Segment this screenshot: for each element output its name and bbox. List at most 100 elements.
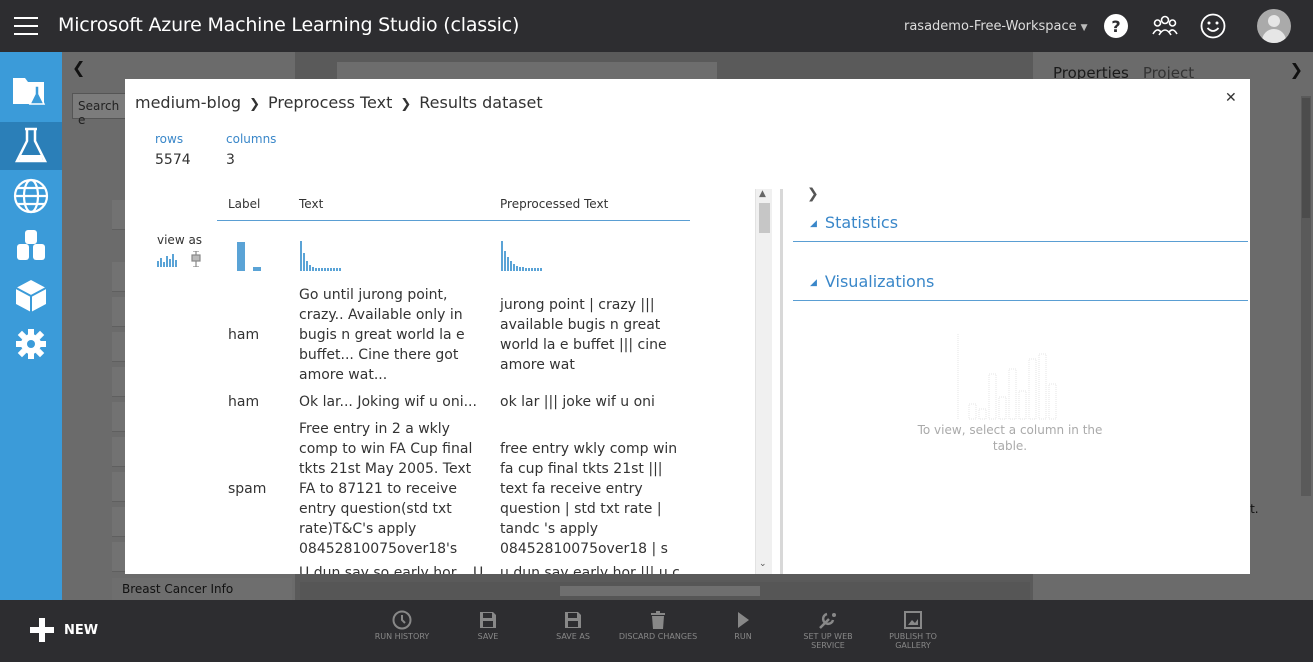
help-icon[interactable]: ? [1103,13,1129,39]
clock-icon [392,610,412,630]
visualizations-section-header[interactable]: ◢ Visualizations [810,272,934,291]
projects-folder-icon [13,78,46,105]
run-label: RUN [734,632,752,641]
palette-search-input[interactable]: Search e [72,93,132,127]
hamburger-menu-icon[interactable] [14,17,38,35]
workspace-name: rasademo-Free-Workspace [904,19,1077,34]
visualizations-divider [793,300,1248,301]
breadcrumb: medium-blog ❯ Preprocess Text ❯ Results data… [135,93,543,112]
save-as-button[interactable]: SAVE AS [553,610,593,641]
text-column-histogram[interactable] [300,239,344,273]
header-divider [217,220,690,221]
scroll-up-icon[interactable]: ▲ [759,189,766,199]
save-as-disk-icon [565,612,581,628]
collapse-triangle-icon: ◢ [810,219,817,229]
discard-changes-button[interactable]: DISCARD CHANGES [614,610,702,641]
table-cell-text[interactable]: Ok lar... Joking wif u oni... [299,392,484,412]
table-vertical-scrollbar[interactable]: ▲ ⌄ [755,189,772,574]
set-up-web-service-label: SET UP WEB SERVICE [803,632,853,650]
expand-chevron-icon[interactable]: ❯ [807,186,819,202]
nav-datasets[interactable] [0,222,62,270]
rows-value: 5574 [155,152,191,168]
visualizations-title: Visualizations [824,272,935,291]
web-services-globe-icon [13,178,49,214]
new-button[interactable]: NEW [30,618,98,642]
collapse-triangle-icon: ◢ [810,278,817,288]
column-header-label[interactable]: Label [228,197,260,211]
community-icon[interactable] [1152,13,1178,39]
label-column-histogram[interactable] [236,239,266,273]
view-as-label: view as [157,233,203,247]
publish-to-gallery-button[interactable]: PUBLISH TO GALLERY [883,610,943,650]
table-cell-preprocessed[interactable]: jurong point | crazy ||| available bugis… [500,295,685,375]
preprocessed-text-column-histogram[interactable] [501,239,545,273]
statistics-title: Statistics [824,213,899,232]
run-history-button[interactable]: RUN HISTORY [372,610,432,641]
breadcrumb-separator-icon: ❯ [249,97,260,112]
properties-scrollbar [1301,96,1311,496]
breadcrumb-separator-icon: ❯ [400,97,412,112]
histogram-view-icon[interactable] [157,253,179,267]
visualization-placeholder-chart [957,334,1057,420]
scroll-down-icon[interactable]: ⌄ [759,559,767,569]
save-label: SAVE [477,632,499,641]
web-service-icon [819,612,836,629]
statistics-section-header[interactable]: ◢ Statistics [810,213,898,232]
svg-text:?: ? [1111,17,1120,36]
publish-to-gallery-label: PUBLISH TO GALLERY [889,632,937,650]
breadcrumb-current: Results dataset [419,93,543,112]
close-icon[interactable]: ✕ [1225,90,1237,106]
column-header-text[interactable]: Text [299,197,323,211]
results-dataset-dialog: medium-blog ❯ Preprocess Text ❯ Results data… [125,79,1250,574]
column-header-preprocessed-text[interactable]: Preprocessed Text [500,197,608,211]
panel-divider[interactable] [780,189,783,574]
trash-icon [651,611,665,629]
run-history-label: RUN HISTORY [374,632,430,641]
table-cell-label[interactable]: spam [228,479,266,499]
new-button-label: NEW [64,622,99,638]
trained-models-cube-icon [15,280,47,312]
columns-value: 3 [226,152,235,168]
table-cell-text[interactable]: Go until jurong point, crazy.. Available… [299,285,484,385]
plus-icon [30,618,54,642]
set-up-web-service-button[interactable]: SET UP WEB SERVICE [798,610,858,650]
save-button[interactable]: SAVE [468,610,508,641]
table-cell-preprocessed[interactable]: u dun say early hor ||| u c [500,563,685,574]
discard-changes-label: DISCARD CHANGES [618,632,698,641]
table-cell-label[interactable]: ham [228,325,259,345]
bottom-command-bar: NEW RUN HISTORY SAVE SAVE AS DISCARD CHA… [0,600,1313,662]
palette-item-breast-cancer-info: Breast Cancer Info [112,578,292,600]
breadcrumb-experiment[interactable]: medium-blog [135,93,241,112]
scrollbar-thumb[interactable] [759,203,770,233]
table-cell-label[interactable]: ham [228,392,259,412]
table-cell-text[interactable]: Free entry in 2 a wkly comp to win FA Cu… [299,419,484,559]
visualization-hint: To view, select a column in the table. [917,423,1103,453]
canvas-horizontal-scrollbar [300,582,1030,600]
chevron-down-icon: ▼ [1080,23,1088,33]
save-as-label: SAVE AS [556,632,590,641]
experiments-flask-icon [14,127,48,163]
play-icon [738,612,749,628]
expand-panel-icon: ❯ [1289,60,1303,79]
table-cell-text[interactable]: U dun say so early hor... U [299,563,484,574]
datasets-icon [17,230,45,260]
top-bar: Microsoft Azure Machine Learning Studio … [0,0,1313,52]
nav-settings[interactable] [0,320,62,368]
table-cell-preprocessed[interactable]: ok lar ||| joke wif u oni [500,392,685,412]
workspace-selector[interactable]: rasademo-Free-Workspace ▼ [904,19,1088,34]
gallery-icon [904,611,922,629]
left-nav [0,52,62,600]
boxplot-view-icon[interactable] [190,251,202,267]
nav-projects[interactable] [0,66,62,114]
table-cell-preprocessed[interactable]: free entry wkly comp win fa cup final tk… [500,439,685,559]
feedback-smiley-icon[interactable] [1200,13,1226,39]
user-avatar[interactable] [1257,9,1291,43]
breadcrumb-module[interactable]: Preprocess Text [268,93,392,112]
run-button[interactable]: RUN [728,610,758,641]
rows-label: rows [155,132,184,146]
nav-trained-models[interactable] [0,272,62,320]
nav-web-services[interactable] [0,172,62,220]
nav-experiments[interactable] [0,122,62,170]
collapse-palette-icon[interactable]: ❮ [72,58,85,77]
canvas-tabs-background [337,62,717,80]
